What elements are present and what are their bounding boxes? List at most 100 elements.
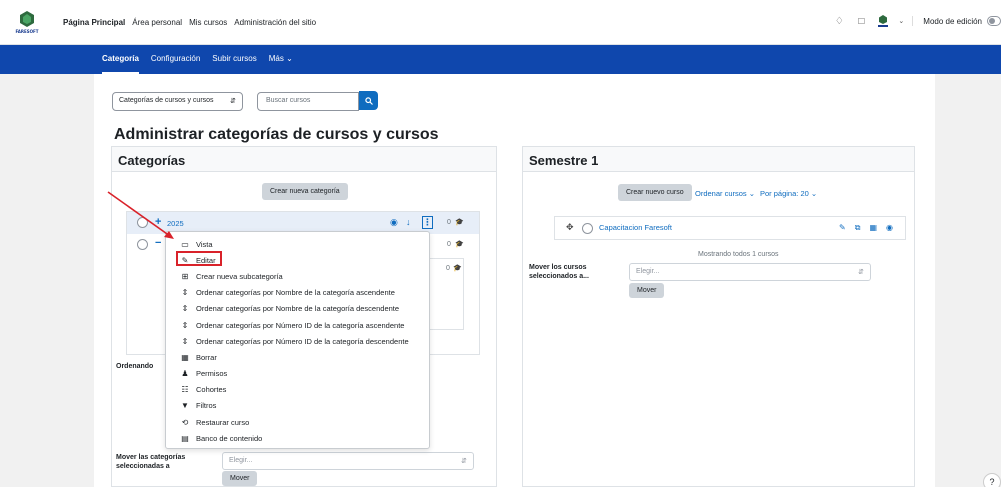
sitemap-icon: ⊞ — [181, 271, 189, 281]
menu-item-label: Crear nueva subcategoría — [196, 271, 283, 281]
menu-item-sort-name-desc[interactable]: ⇕ Ordenar categorías por Nombre de la cat… — [166, 301, 429, 317]
menu-item-view[interactable]: ▭ Vista — [166, 236, 429, 252]
select-caret-icon: ⇵ — [858, 269, 864, 276]
cohorts-icon: ☷ — [181, 385, 189, 395]
tab-upload-courses[interactable]: Subir cursos — [212, 54, 256, 74]
per-page-link[interactable]: Por página: 20 ⌄ — [760, 189, 817, 198]
sort-icon: ⇕ — [181, 336, 189, 346]
move-categories-label: Mover las categorías seleccionadas a — [116, 454, 186, 470]
menu-item-restore-course[interactable]: ⟲ Restaurar curso — [166, 414, 429, 430]
menu-item-label: Banco de contenido — [196, 433, 263, 443]
nav-home[interactable]: Página Principal — [63, 18, 125, 27]
chat-icon[interactable]: □ — [854, 14, 868, 28]
menu-item-sort-name-asc[interactable]: ⇕ Ordenar categorías por Nombre de la cat… — [166, 285, 429, 301]
move-categories-select-value: Elegir... — [229, 457, 253, 464]
edit-mode-label: Modo de edición — [923, 16, 982, 26]
move-courses-button[interactable]: Mover — [629, 283, 665, 298]
tab-settings[interactable]: Configuración — [151, 54, 200, 74]
menu-item-label: Vista — [196, 239, 213, 249]
pencil-icon[interactable]: ✎ — [839, 223, 846, 233]
filter-icon: ▼ — [181, 401, 189, 411]
move-categories-select[interactable]: Elegir... ⇵ — [222, 452, 474, 470]
content-bank-icon: ▤ — [181, 433, 189, 443]
edit-mode-control: Modo de edición — [912, 16, 1001, 26]
course-name[interactable]: Capacitacion Faresoft — [599, 223, 672, 232]
tab-more[interactable]: Más ⌄ — [269, 54, 293, 74]
eye-icon[interactable]: ◉ — [886, 223, 893, 233]
eye-icon[interactable]: ◉ — [390, 217, 398, 228]
bell-icon[interactable]: ♢ — [832, 14, 846, 28]
graduation-cap-icon: 🎓 — [455, 241, 464, 248]
course-row: ✥ Capacitacion Faresoft ✎ ⧉ ▦ ◉ — [554, 216, 906, 240]
annotation-arrow — [107, 191, 174, 239]
select-caret-icon: ⇵ — [230, 98, 236, 105]
search-input[interactable]: Buscar cursos — [257, 92, 359, 111]
faresoft-logo[interactable]: FARESOFT — [14, 9, 40, 37]
course-select-radio[interactable] — [582, 223, 593, 234]
category-actions-menu: ▭ Vista ✎ Editar ⊞ Crear nueva subcategoría… — [165, 231, 430, 449]
menu-item-label: Ordenar categorías por Nombre de la cate… — [196, 304, 400, 314]
sort-icon: ⇕ — [181, 288, 189, 298]
graduation-cap-icon: 🎓 — [455, 219, 464, 226]
category-course-count: 0 — [446, 265, 450, 272]
top-navbar: FARESOFT Página Principal Área personal … — [0, 0, 1001, 45]
view-icon: ▭ — [181, 239, 189, 249]
kebab-menu-button[interactable]: ⋮ — [422, 216, 433, 229]
sort-courses-link[interactable]: Ordenar cursos ⌄ — [695, 189, 755, 198]
page-title: Administrar categorías de cursos y curso… — [114, 126, 439, 143]
menu-item-edit[interactable]: ✎ Editar — [166, 251, 429, 268]
create-course-button[interactable]: Crear nuevo curso — [618, 184, 692, 201]
annotation-highlight-box — [176, 251, 222, 267]
users-icon: ♟ — [181, 369, 189, 379]
edit-mode-toggle[interactable] — [987, 16, 1001, 26]
view-select[interactable]: Categorías de cursos y cursos ⇵ — [112, 92, 243, 111]
semester-panel: Semestre 1 Crear nuevo curso Ordenar cur… — [522, 146, 915, 487]
tab-category[interactable]: Categoría — [102, 54, 139, 74]
primary-nav: Página Principal Área personal Mis curso… — [63, 18, 316, 27]
menu-item-label: Permisos — [196, 369, 228, 379]
move-categories-button[interactable]: Mover — [222, 471, 258, 486]
menu-item-cohorts[interactable]: ☷ Cohortes — [166, 382, 429, 398]
menu-item-label: Filtros — [196, 401, 217, 411]
menu-item-sort-id-desc[interactable]: ⇕ Ordenar categorías por Número ID de la … — [166, 333, 429, 349]
sorting-label: Ordenando — [116, 363, 154, 370]
logo-wordmark: FARESOFT — [16, 29, 39, 34]
menu-item-filters[interactable]: ▼ Filtros — [166, 398, 429, 414]
menu-item-label: Ordenar categorías por Número ID de la c… — [196, 336, 409, 346]
arrow-down-icon[interactable]: ↓ — [406, 217, 411, 227]
move-icon[interactable]: ✥ — [566, 222, 574, 233]
select-caret-icon: ⇵ — [461, 458, 467, 465]
category-course-count: 0 — [447, 219, 451, 226]
showing-count-text: Mostrando todos 1 cursos — [698, 251, 779, 258]
nav-my-courses[interactable]: Mis cursos — [189, 18, 227, 27]
sort-icon: ⇕ — [181, 320, 189, 330]
menu-item-label: Borrar — [196, 352, 217, 362]
nav-site-admin[interactable]: Administración del sitio — [234, 18, 316, 27]
chevron-down-icon[interactable]: ⌄ — [898, 17, 904, 25]
trash-icon[interactable]: ▦ — [869, 223, 877, 233]
semester-panel-title: Semestre 1 — [523, 147, 914, 172]
help-button[interactable]: ? — [983, 473, 1001, 487]
menu-item-sort-id-asc[interactable]: ⇕ Ordenar categorías por Número ID de la … — [166, 317, 429, 333]
menu-item-permissions[interactable]: ♟ Permisos — [166, 366, 429, 382]
top-right-controls: ♢ □ ⌄ Modo de edición — [832, 14, 1001, 28]
secondary-navbar: Categoría Configuración Subir cursos Más… — [0, 45, 1001, 74]
category-course-count: 0 — [447, 241, 451, 248]
menu-item-label: Cohortes — [196, 385, 227, 395]
search-button[interactable] — [359, 91, 378, 110]
avatar[interactable] — [876, 14, 890, 28]
move-courses-select[interactable]: Elegir... ⇵ — [629, 263, 871, 281]
move-courses-label: Mover los cursos seleccionados a... — [529, 264, 589, 280]
nav-dashboard[interactable]: Área personal — [132, 18, 182, 27]
move-courses-select-value: Elegir... — [636, 268, 660, 275]
view-select-value: Categorías de cursos y cursos — [119, 97, 214, 104]
search-icon — [364, 96, 373, 105]
menu-item-create-subcategory[interactable]: ⊞ Crear nueva subcategoría — [166, 268, 429, 284]
create-category-button[interactable]: Crear nueva categoría — [262, 183, 348, 200]
course-actions: ✎ ⧉ ▦ ◉ — [839, 223, 893, 233]
restore-icon: ⟲ — [181, 417, 189, 427]
graduation-cap-icon: 🎓 — [453, 265, 462, 272]
menu-item-delete[interactable]: ▦ Borrar — [166, 349, 429, 365]
copy-icon[interactable]: ⧉ — [855, 223, 861, 233]
menu-item-content-bank[interactable]: ▤ Banco de contenido — [166, 430, 429, 446]
